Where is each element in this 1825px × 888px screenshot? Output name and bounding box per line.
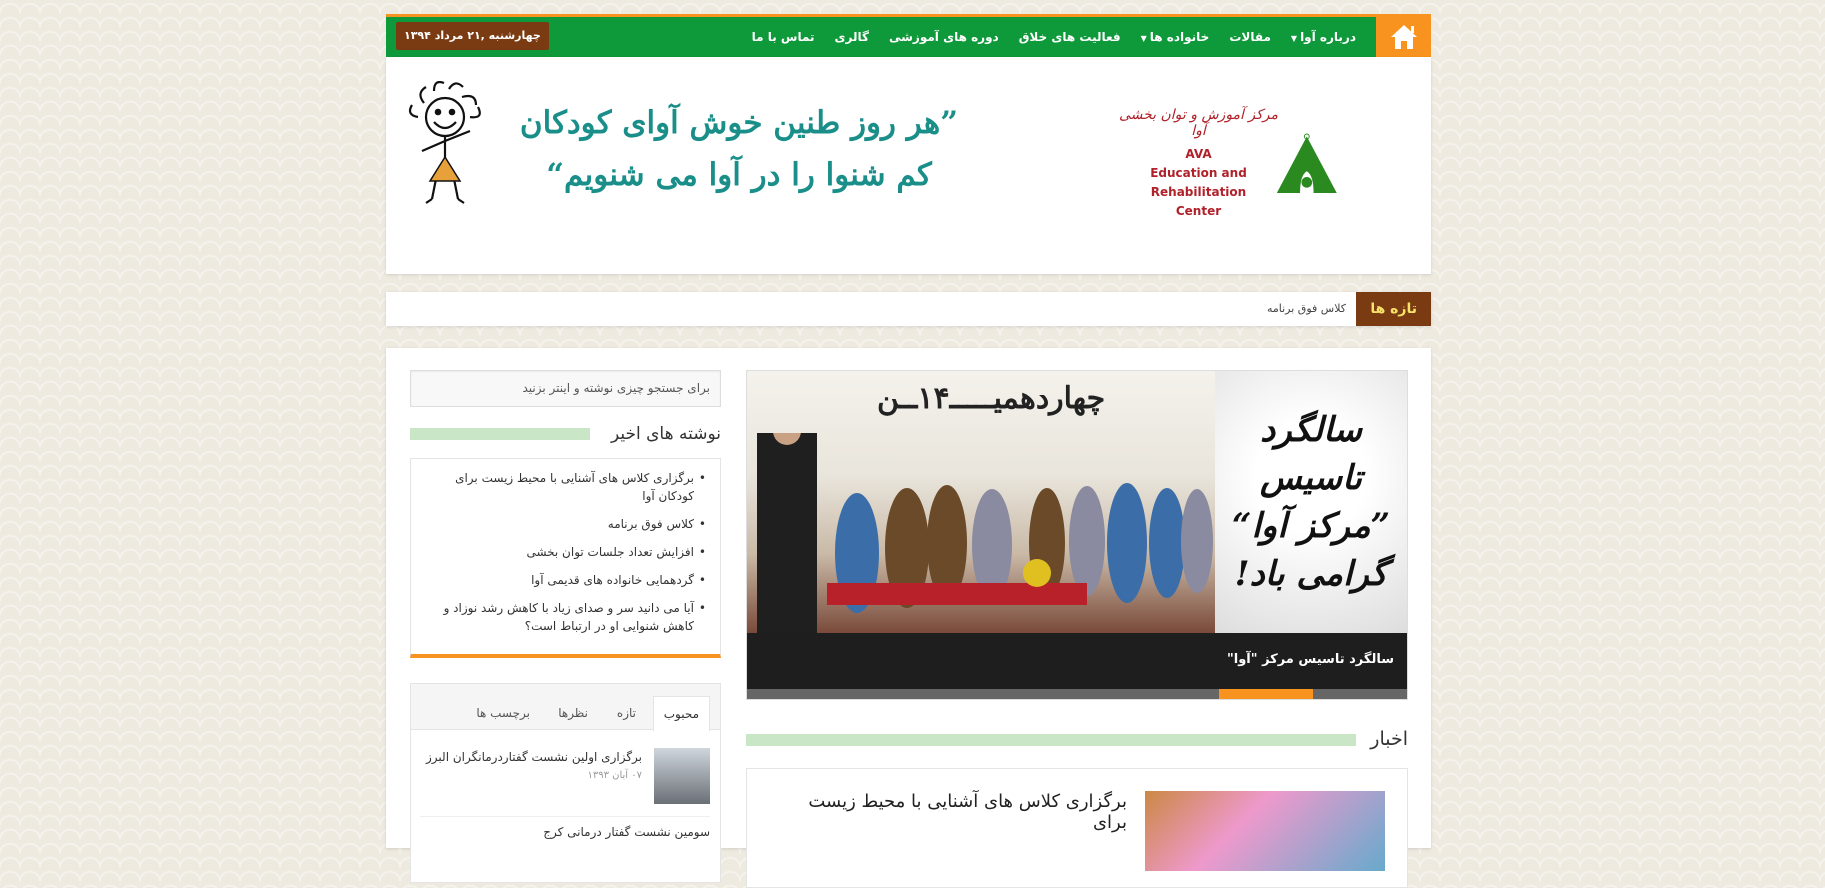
news-section-heading: اخبار (746, 728, 1408, 756)
popular-post-thumbnail[interactable] (654, 748, 710, 804)
poster-line-4: گرامی باد! (1234, 554, 1388, 594)
news-thumbnail[interactable] (1145, 791, 1385, 871)
menu-item-gallery[interactable]: گالری (825, 30, 879, 44)
slider-caption-link[interactable]: سالگرد تاسیس مرکز "آوا" (1227, 652, 1394, 667)
menu-item-courses[interactable]: دوره های آموزشی (879, 30, 1009, 44)
recent-post-link[interactable]: گردهمایی خانواده های قدیمی آوا (425, 571, 706, 589)
logo-persian-name: مرکز آموزش و توان بخشی آوا (1118, 107, 1279, 139)
site-header: مرکز آموزش و توان بخشی آوا AVA Education… (386, 57, 1431, 274)
poster-line-3: ”مرکز آوا“ (1231, 506, 1391, 546)
chevron-down-icon: ▼ (1290, 34, 1298, 43)
menu-item-articles[interactable]: مقالات (1219, 30, 1281, 44)
slider-caption: سالگرد تاسیس مرکز "آوا" (747, 633, 1407, 689)
home-button[interactable] (1376, 17, 1431, 57)
news-ticker: تازه ها کلاس فوق برنامه (386, 292, 1431, 326)
girl-cartoon-icon (408, 81, 481, 204)
group-photo-image (757, 433, 1213, 633)
logo-english-name-1: AVA (1185, 147, 1212, 161)
search-input[interactable]: برای جستجو چیزی نوشته و اینتر بزنید (410, 370, 721, 407)
slider-pager (747, 689, 1407, 699)
heading-divider (746, 734, 1356, 746)
photo-title-text: چهاردهمیـــــ۱۴ــن (877, 381, 1106, 416)
recent-posts-widget: برگزاری کلاس های آشنایی با محیط زیست برا… (410, 458, 721, 658)
popular-post-date: ۰۷ آبان ۱۳۹۳ (587, 770, 642, 781)
slider-pager-active[interactable] (1219, 689, 1313, 699)
popular-post-title[interactable]: سومین نشست گفتار درمانی کرج (420, 816, 710, 839)
menu-item-creative[interactable]: فعالیت های خلاق (1009, 30, 1131, 44)
logo-text: مرکز آموزش و توان بخشی آوا AVA Education… (1111, 107, 1286, 221)
recent-post-link[interactable]: آیا می دانید سر و صدای زیاد با کاهش رشد … (425, 599, 706, 635)
top-navigation: درباره آوا▼ مقالات خانواده ها▼ فعالیت ها… (386, 14, 1431, 57)
chevron-down-icon: ▼ (1140, 34, 1147, 43)
header-slogan: ”هر روز طنین خوش آوای کودکان کم شنوا را … (514, 97, 964, 201)
slogan-line-2: کم شنوا را در آوا می شنویم“ (546, 157, 932, 193)
logo-english-name-3: Center (1175, 204, 1222, 218)
menu-item-contact[interactable]: تماس با ما (742, 30, 825, 44)
ticker-item-link[interactable]: کلاس فوق برنامه (1267, 292, 1346, 326)
slogan-line-1: ”هر روز طنین خوش آوای کودکان (519, 105, 959, 141)
anniversary-poster: سالگرد تاسیس ”مرکز آوا“ گرامی باد! (1215, 371, 1407, 633)
menu-item-about[interactable]: درباره آوا▼ (1281, 30, 1366, 44)
featured-slider[interactable]: چهاردهمیـــــ۱۴ــن سالگرد تاسیس ”مرکز آو… (746, 370, 1408, 700)
home-icon (1390, 25, 1417, 49)
recent-post-link[interactable]: برگزاری کلاس های آشنایی با محیط زیست برا… (425, 469, 706, 505)
slider-photo: چهاردهمیـــــ۱۴ــن (747, 371, 1217, 633)
popular-post-item[interactable]: برگزاری اولین نشست گفتاردرمانگران البرز … (420, 748, 710, 808)
tab-tags[interactable]: برچسب ها (466, 696, 540, 730)
date-badge: چهارشنبه ,۲۱ مرداد ۱۳۹۴ (396, 22, 549, 50)
tab-bar: محبوب تازه نظرها برچسب ها (411, 684, 720, 731)
menu-item-families[interactable]: خانواده ها▼ (1131, 30, 1220, 44)
tab-recent[interactable]: تازه (607, 696, 646, 730)
tent-logo-icon[interactable] (1272, 99, 1417, 229)
recent-posts-heading: نوشته های اخیر (410, 424, 721, 452)
logo-english-name-2: Education and Rehabilitation (1150, 166, 1247, 199)
news-card: برگزاری کلاس های آشنایی با محیط زیست برا… (746, 768, 1408, 888)
poster-line-1: سالگرد (1260, 410, 1362, 450)
recent-post-link[interactable]: کلاس فوق برنامه (425, 515, 706, 533)
tab-popular[interactable]: محبوب (652, 696, 710, 731)
main-content: چهاردهمیـــــ۱۴ــن سالگرد تاسیس ”مرکز آو… (386, 348, 1431, 888)
recent-post-link[interactable]: افزایش تعداد جلسات توان بخشی (425, 543, 706, 561)
news-title-link[interactable]: برگزاری کلاس های آشنایی با محیط زیست برا… (787, 791, 1127, 833)
news-heading-text: اخبار (1370, 728, 1408, 750)
poster-line-2: تاسیس (1260, 458, 1362, 498)
tab-comments[interactable]: نظرها (548, 696, 598, 730)
recent-heading-text: نوشته های اخیر (610, 424, 721, 444)
popular-post-title[interactable]: برگزاری اولین نشست گفتاردرمانگران البرز (426, 750, 642, 764)
ticker-label: تازه ها (1356, 292, 1431, 326)
tabs-widget: محبوب تازه نظرها برچسب ها برگزاری اولین … (410, 683, 721, 883)
heading-divider (410, 428, 590, 440)
main-menu: درباره آوا▼ مقالات خانواده ها▼ فعالیت ها… (742, 17, 1366, 57)
